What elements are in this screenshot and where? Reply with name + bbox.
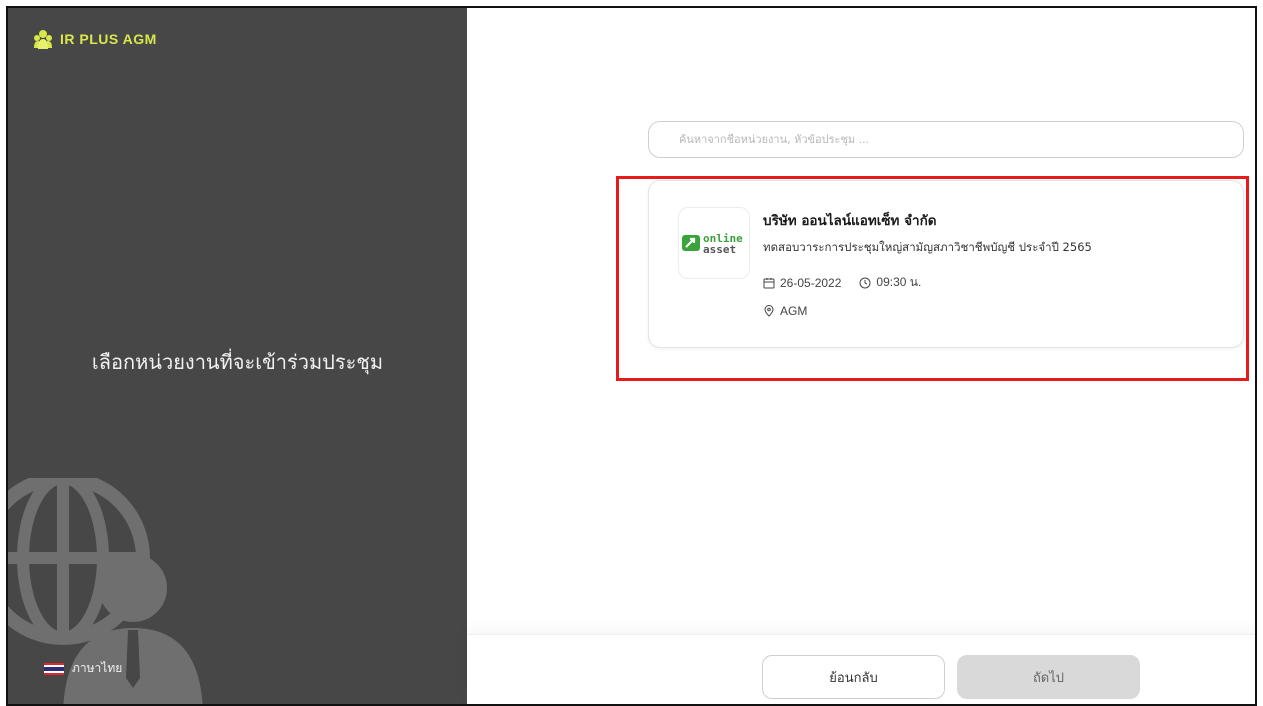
brand-name: IR PLUS AGM [60,31,157,47]
search-input[interactable] [679,133,1213,146]
clock-icon [859,277,871,288]
left-panel: IR PLUS AGM เลือกหน่วยงานที่จะเข้าร่วมปร… [8,8,467,704]
brand: IR PLUS AGM [32,28,157,50]
meeting-date-text: 26-05-2022 [780,275,842,290]
language-selector[interactable]: ภาษาไทย [44,659,122,678]
meeting-datetime: 26-05-2022 09:30 น. [763,273,1092,292]
meeting-date: 26-05-2022 [763,276,841,290]
meeting-title: ทดสอบวาระการประชุมใหญ่สามัญสภาวิชาชีพบัญ… [763,240,1092,254]
organization-logo: online asset [678,207,750,279]
meeting-type-text: AGM [780,304,808,318]
footer-bar: ย้อนกลับ ถัดไป [467,634,1255,704]
calendar-icon [763,277,775,288]
language-label: ภาษาไทย [72,661,123,675]
right-panel: online asset บริษัท ออนไลน์แอทเซ็ท จำกัด… [467,8,1255,704]
app-window: IR PLUS AGM เลือกหน่วยงานที่จะเข้าร่วมปร… [6,6,1257,706]
meeting-card[interactable]: online asset บริษัท ออนไลน์แอทเซ็ท จำกัด… [648,180,1244,348]
meeting-time: 09:30 น. [859,273,921,292]
thai-flag-icon [44,662,64,675]
back-button[interactable]: ย้อนกลับ [762,655,945,699]
online-asset-logo-icon: online asset [682,232,743,256]
brand-logo-icon [34,30,52,49]
next-button[interactable]: ถัดไป [957,655,1140,699]
meeting-card-body: บริษัท ออนไลน์แอทเซ็ท จำกัด ทดสอบวาระการ… [763,209,1092,318]
page-title: เลือกหน่วยงานที่จะเข้าร่วมประชุม [91,350,384,374]
meeting-location: AGM [763,304,1092,318]
logo-text-asset: asset [703,243,736,256]
location-pin-icon [764,305,774,317]
search-box [648,121,1244,158]
organization-name: บริษัท ออนไลน์แอทเซ็ท จำกัด [763,213,937,229]
meeting-time-text: 09:30 น. [876,275,922,289]
